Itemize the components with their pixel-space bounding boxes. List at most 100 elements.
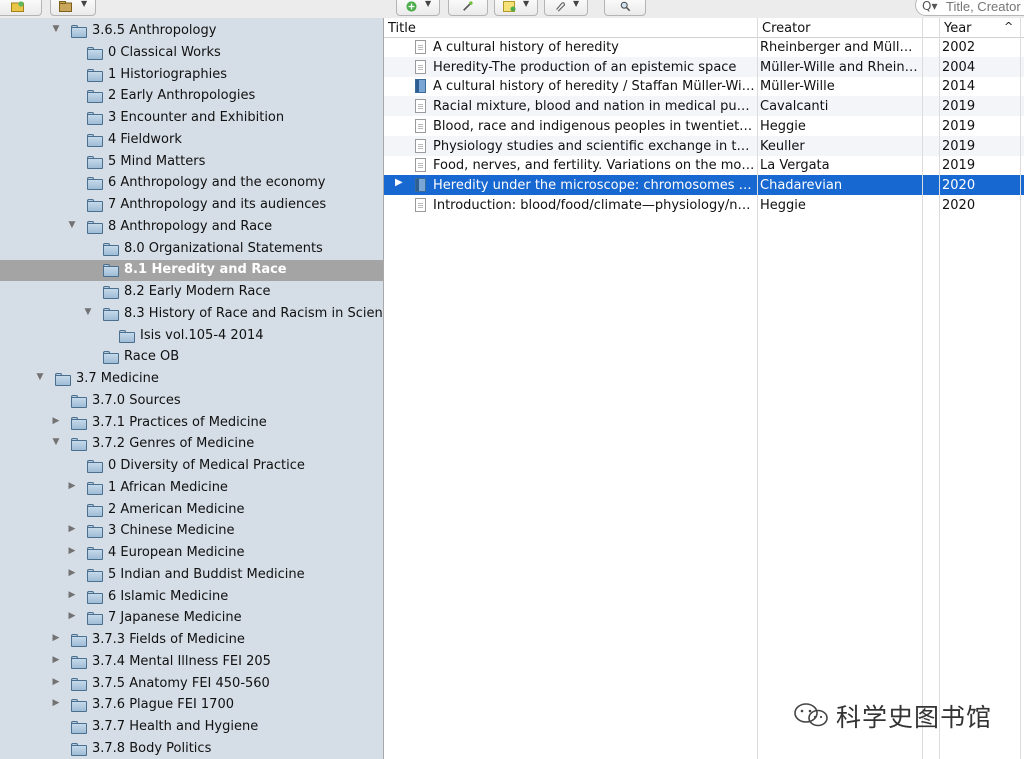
sidebar-item-label: 6 Islamic Medicine	[108, 589, 229, 604]
book-icon	[415, 79, 426, 94]
table-row[interactable]: A cultural history of heredity Rheinberge…	[384, 37, 1024, 57]
cell-year: 2002	[942, 40, 976, 55]
sidebar-item[interactable]: ▶ 6 Islamic Medicine	[0, 587, 383, 608]
cell-title: Racial mixture, blood and nation in medi…	[433, 99, 755, 115]
column-separator[interactable]	[922, 18, 923, 759]
sidebar-item[interactable]: Race OB	[0, 347, 383, 368]
sidebar-item[interactable]: 6 Anthropology and the economy	[0, 173, 383, 194]
sidebar-item[interactable]: ▶ 1 African Medicine	[0, 478, 383, 499]
sidebar-item[interactable]: 2 American Medicine	[0, 500, 383, 521]
sidebar-item[interactable]: ▶ 7 Japanese Medicine	[0, 608, 383, 629]
disclosure-expanded-icon[interactable]: ▼	[83, 307, 93, 317]
new-item-button[interactable]: ▼	[396, 0, 440, 16]
new-collection-button[interactable]	[0, 0, 42, 16]
disclosure-collapsed-icon[interactable]: ▶	[51, 655, 61, 665]
search-field[interactable]: Q▾	[915, 0, 1024, 16]
folder-icon	[87, 156, 103, 169]
disclosure-expanded-icon[interactable]: ▼	[67, 220, 77, 230]
add-attachment-button[interactable]: ▼	[544, 0, 588, 16]
table-row[interactable]: A cultural history of heredity / Staffan…	[384, 76, 1024, 96]
disclosure-expanded-icon[interactable]: ▼	[51, 437, 61, 447]
sidebar-item[interactable]: 1 Historiographies	[0, 65, 383, 86]
sidebar-item[interactable]: ▶ 3.7.3 Fields of Medicine	[0, 630, 383, 651]
sidebar-item[interactable]: 4 Fieldwork	[0, 130, 383, 151]
sidebar-item[interactable]: 0 Diversity of Medical Practice	[0, 456, 383, 477]
cell-creator: Keuller	[760, 138, 805, 154]
new-note-button[interactable]: ▼	[494, 0, 538, 16]
toolbar: ▼ ▼ ▼ ▼ Q▾	[0, 0, 1024, 18]
folder-icon	[71, 417, 87, 430]
folder-icon	[71, 743, 87, 756]
sidebar-item[interactable]: 5 Mind Matters	[0, 152, 383, 173]
book-icon	[415, 177, 426, 192]
table-row[interactable]: Physiology studies and scientific exchan…	[384, 135, 1024, 156]
disclosure-expanded-icon[interactable]: ▼	[51, 24, 61, 34]
sidebar-item-label: 7 Anthropology and its audiences	[108, 197, 327, 212]
sidebar-item[interactable]: 8.1 Heredity and Race	[0, 260, 383, 281]
table-row[interactable]: Blood, race and indigenous peoples in tw…	[384, 116, 1024, 136]
collection-tree: ▼ 3.6.5 Anthropology 0 Classical Works 1 Hi…	[0, 18, 383, 759]
disclosure-collapsed-icon[interactable]: ▶	[67, 590, 77, 600]
sidebar-item[interactable]: 8.2 Early Modern Race	[0, 282, 383, 303]
sidebar-item[interactable]: ▼ 8 Anthropology and Race	[0, 217, 383, 238]
column-separator[interactable]	[939, 18, 940, 759]
disclosure-collapsed-icon[interactable]: ▶	[67, 481, 77, 491]
column-separator[interactable]	[1020, 18, 1021, 759]
folder-icon	[87, 525, 103, 538]
sidebar-item[interactable]: ▶ 4 European Medicine	[0, 543, 383, 564]
column-separator[interactable]	[757, 18, 758, 759]
folder-icon	[71, 678, 87, 691]
folder-icon	[119, 330, 135, 343]
disclosure-collapsed-icon[interactable]: ▶	[67, 524, 77, 534]
sidebar-item[interactable]: 3.7.7 Health and Hygiene	[0, 717, 383, 738]
sidebar-item[interactable]: ▼ 3.6.5 Anthropology	[0, 21, 383, 42]
disclosure-collapsed-icon[interactable]: ▶	[51, 698, 61, 708]
table-row[interactable]: ▶ Heredity under the microscope: chromoso…	[384, 174, 1024, 195]
column-header-year[interactable]: Year	[944, 21, 972, 36]
sidebar-item[interactable]: ▶ 3.7.5 Anatomy FEI 450-560	[0, 674, 383, 695]
table-row[interactable]: Food, nerves, and fertility. Variations …	[384, 155, 1024, 175]
sidebar-item[interactable]: ▶ 3.7.6 Plague FEI 1700	[0, 695, 383, 716]
disclosure-collapsed-icon[interactable]: ▶	[395, 177, 403, 188]
sidebar-item[interactable]: 3.7.0 Sources	[0, 391, 383, 412]
cell-title: Heredity-The production of an epistemic …	[433, 59, 737, 75]
new-library-button[interactable]: ▼	[50, 0, 96, 16]
sidebar-item[interactable]: 2 Early Anthropologies	[0, 86, 383, 107]
cell-year: 2019	[942, 99, 976, 115]
disclosure-collapsed-icon[interactable]: ▶	[51, 633, 61, 643]
sidebar-item[interactable]: 7 Anthropology and its audiences	[0, 195, 383, 216]
table-row[interactable]: Heredity-The production of an epistemic …	[384, 56, 1024, 77]
sidebar-item[interactable]: 3 Encounter and Exhibition	[0, 108, 383, 129]
sidebar-item[interactable]: ▶ 5 Indian and Buddist Medicine	[0, 565, 383, 586]
table-row[interactable]: Introduction: blood/food/climate—physiol…	[384, 195, 1024, 215]
disclosure-expanded-icon[interactable]: ▼	[35, 372, 45, 382]
disclosure-collapsed-icon[interactable]: ▶	[51, 677, 61, 687]
note-icon	[503, 1, 516, 12]
sidebar-item[interactable]: ▶ 3.7.4 Mental Illness FEI 205	[0, 652, 383, 673]
folder-icon	[71, 634, 87, 647]
folder-icon	[87, 177, 103, 190]
table-row[interactable]: Racial mixture, blood and nation in medi…	[384, 96, 1024, 117]
add-by-identifier-button[interactable]	[448, 0, 488, 16]
search-input[interactable]	[946, 0, 1024, 14]
folder-icon	[87, 134, 103, 147]
sidebar-item[interactable]: ▶ 3.7.1 Practices of Medicine	[0, 413, 383, 434]
sidebar-item[interactable]: ▼ 3.7.2 Genres of Medicine	[0, 434, 383, 455]
disclosure-collapsed-icon[interactable]: ▶	[51, 416, 61, 426]
sidebar-item-label: 3.7.2 Genres of Medicine	[92, 436, 255, 451]
sidebar-item[interactable]: 8.0 Organizational Statements	[0, 239, 383, 260]
sidebar-item[interactable]: ▼ 8.3 History of Race and Racism in Scien…	[0, 304, 383, 325]
column-header-creator[interactable]: Creator	[762, 21, 811, 36]
column-header-title[interactable]: Title	[388, 21, 416, 36]
sidebar-item[interactable]: 3.7.8 Body Politics	[0, 739, 383, 759]
sidebar-item-label: 8 Anthropology and Race	[108, 219, 273, 234]
disclosure-collapsed-icon[interactable]: ▶	[67, 546, 77, 556]
disclosure-collapsed-icon[interactable]: ▶	[67, 568, 77, 578]
disclosure-collapsed-icon[interactable]: ▶	[67, 611, 77, 621]
sidebar-item[interactable]: 0 Classical Works	[0, 43, 383, 64]
sidebar-item-label: 3 Encounter and Exhibition	[108, 110, 285, 125]
sidebar-item[interactable]: ▶ 3 Chinese Medicine	[0, 521, 383, 542]
sidebar-item[interactable]: ▼ 3.7 Medicine	[0, 369, 383, 390]
advanced-search-button[interactable]	[604, 0, 646, 16]
sidebar-item[interactable]: Isis vol.105-4 2014	[0, 326, 383, 347]
